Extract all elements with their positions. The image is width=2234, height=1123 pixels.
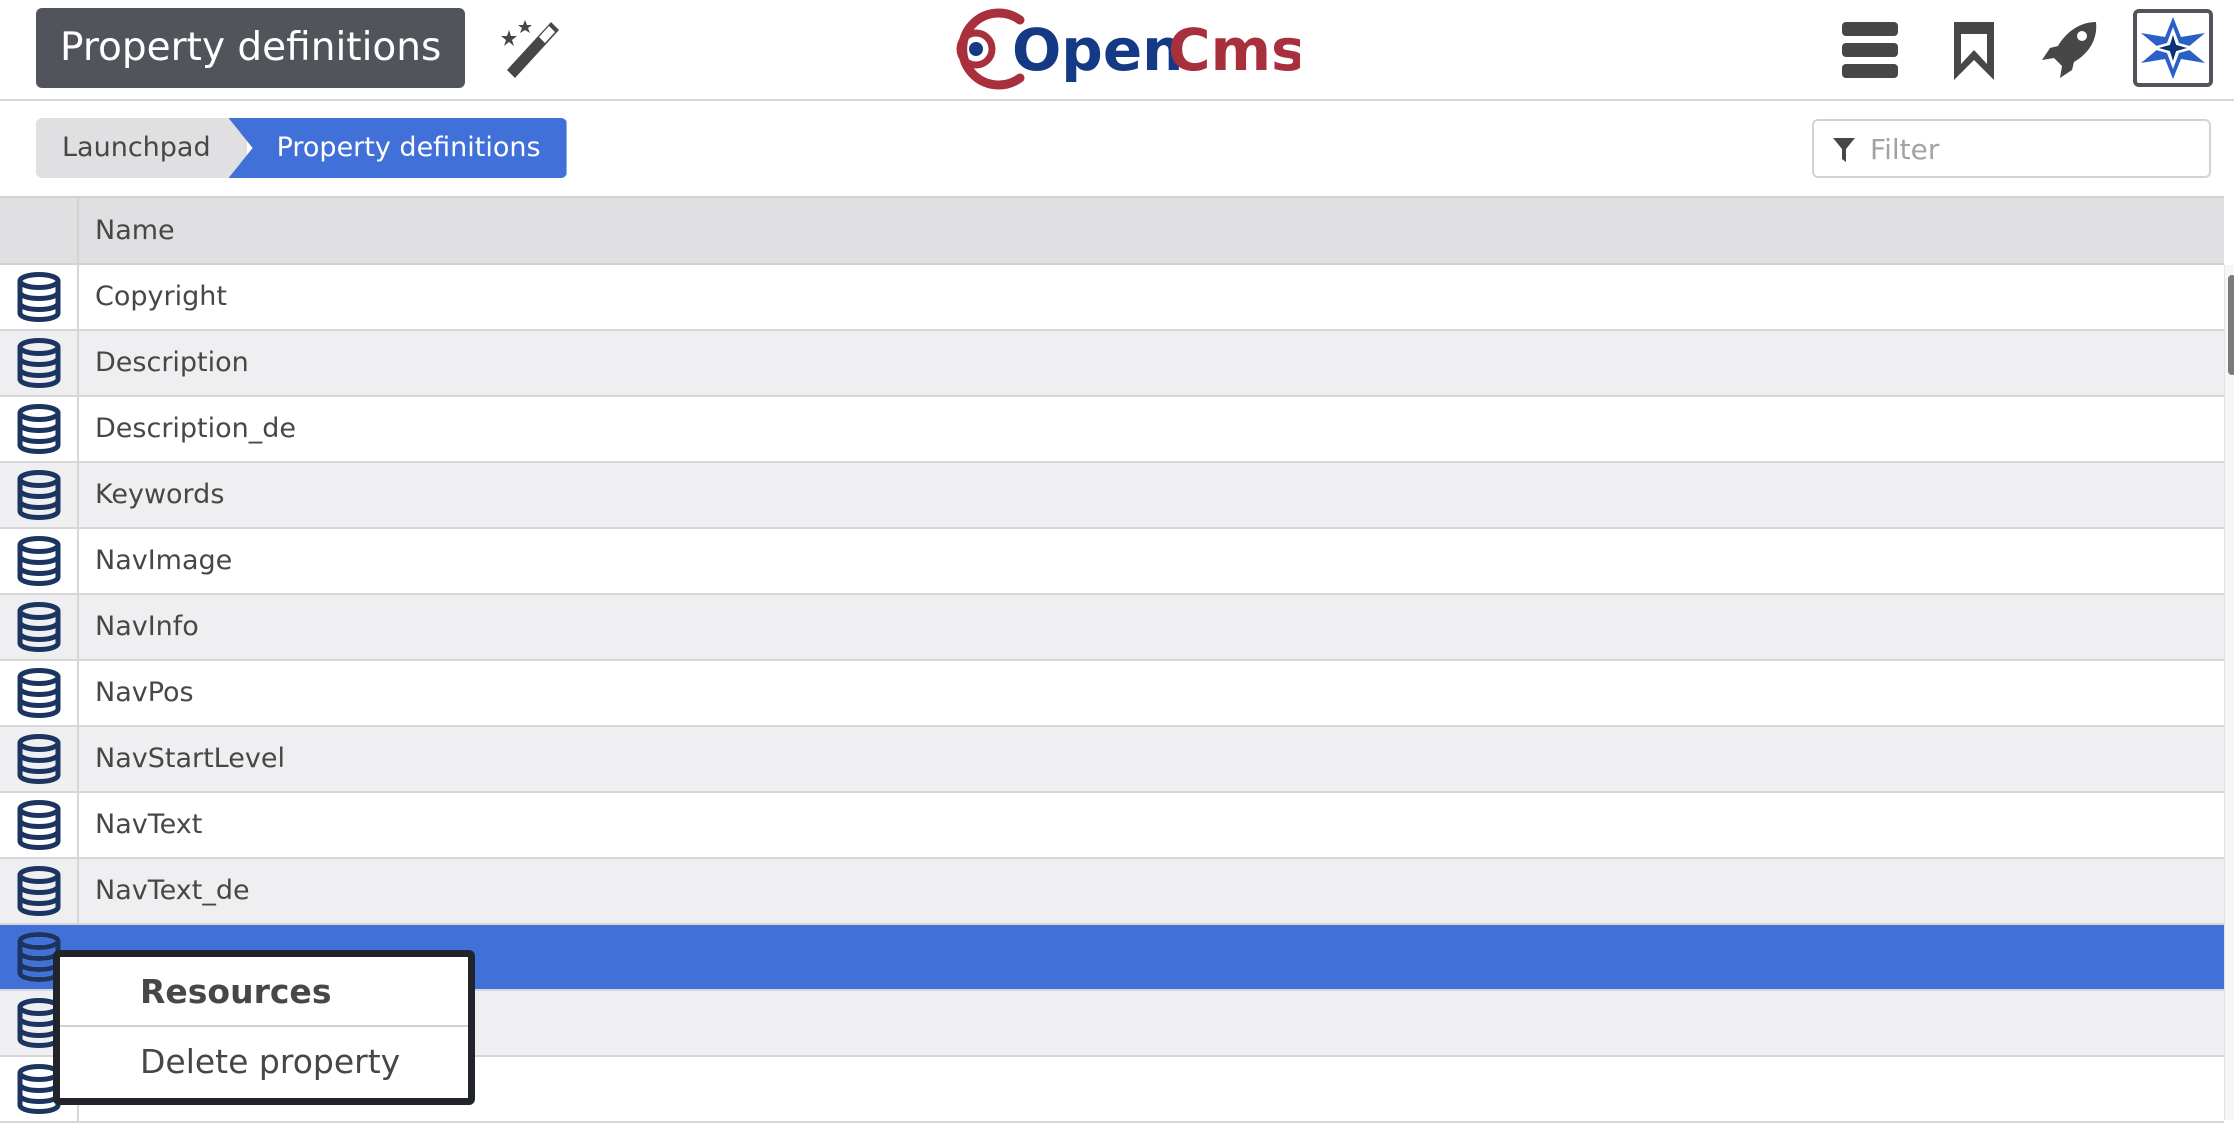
database-icon: [0, 397, 79, 461]
table-row[interactable]: NavInfo: [0, 595, 2224, 661]
filter-box[interactable]: [1812, 119, 2211, 178]
database-icon: [0, 265, 79, 329]
avatar-star-icon: [2141, 17, 2205, 79]
table-row[interactable]: NavImage: [0, 529, 2224, 595]
filter-input[interactable]: [1870, 129, 2190, 169]
header-icon-column: [0, 198, 79, 263]
breadcrumb: Launchpad Property definitions: [36, 118, 567, 178]
menu-icon[interactable]: [1840, 20, 1900, 80]
database-icon: [0, 859, 79, 923]
bookmark-icon[interactable]: [1944, 20, 2004, 80]
logo-text-open: Open: [1012, 16, 1183, 84]
database-icon: [0, 661, 79, 725]
scrollbar-thumb[interactable]: [2228, 275, 2234, 375]
database-icon: [0, 595, 79, 659]
scrollbar-track[interactable]: [2224, 265, 2234, 1120]
property-name: Keywords: [95, 479, 225, 510]
property-name: NavPos: [95, 677, 194, 708]
context-menu-resources[interactable]: Resources: [60, 957, 468, 1027]
opencms-logo: Open Cms: [956, 8, 1300, 90]
top-bar: Property definitions Open Cms: [0, 0, 2234, 101]
property-name: NavImage: [95, 545, 233, 576]
table-row[interactable]: Copyright: [0, 265, 2224, 331]
property-name: NavText_de: [95, 875, 250, 906]
database-icon: [0, 529, 79, 593]
database-icon: [0, 463, 79, 527]
property-name: NavInfo: [95, 611, 199, 642]
table-row[interactable]: Description: [0, 331, 2224, 397]
database-icon: [0, 727, 79, 791]
app-title: Property definitions: [36, 8, 466, 88]
table-row[interactable]: Keywords: [0, 463, 2224, 529]
user-avatar[interactable]: [2133, 9, 2213, 87]
property-name: NavStartLevel: [95, 743, 285, 774]
magic-wand-icon[interactable]: [495, 16, 565, 80]
property-name: Description: [95, 347, 249, 378]
property-name: NavText: [95, 809, 203, 840]
property-name: Description_de: [95, 413, 297, 444]
filter-icon: [1833, 138, 1855, 162]
table-row[interactable]: Description_de: [0, 397, 2224, 463]
database-icon: [0, 793, 79, 857]
breadcrumb-property-definitions[interactable]: Property definitions: [228, 118, 567, 178]
table-header: Name: [0, 196, 2224, 265]
column-header-name[interactable]: Name: [79, 198, 2224, 263]
context-menu: Resources Delete property: [53, 950, 475, 1105]
breadcrumb-launchpad[interactable]: Launchpad: [36, 118, 247, 178]
context-menu-delete-property[interactable]: Delete property: [60, 1027, 468, 1097]
table-row[interactable]: NavStartLevel: [0, 727, 2224, 793]
table-row[interactable]: NavPos: [0, 661, 2224, 727]
table-row[interactable]: NavText_de: [0, 859, 2224, 925]
table-row[interactable]: NavText: [0, 793, 2224, 859]
property-name: Copyright: [95, 281, 227, 312]
rocket-icon[interactable]: [2040, 20, 2100, 80]
database-icon: [0, 331, 79, 395]
logo-text-cms: Cms: [1168, 16, 1300, 84]
